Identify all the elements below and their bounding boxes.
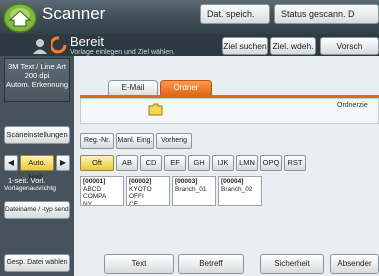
- index-key-lmn[interactable]: LMN: [236, 155, 258, 171]
- destination-name-cont: NY: [83, 200, 93, 206]
- save-file-button[interactable]: Dat. speich.: [200, 4, 270, 24]
- arrow-left-icon: ◀: [7, 158, 15, 167]
- destination-code: [00002]: [129, 178, 152, 185]
- user-icon: [33, 39, 47, 54]
- index-key-opq[interactable]: OPQ: [260, 155, 282, 171]
- destination-name: Branch_02: [221, 185, 253, 193]
- status-hint: Vorlage einlegen und Ziel wählen.: [70, 49, 176, 56]
- resolution-mode: 3M Text / Line Art: [8, 62, 66, 71]
- resolution-dpi: 200 dpi: [24, 71, 50, 80]
- registration-number-button[interactable]: Reg.-Nr.: [80, 133, 114, 149]
- destination-key[interactable]: [00001] ABCD COMPA NY: [80, 176, 124, 206]
- index-key-ijk[interactable]: IJK: [212, 155, 234, 171]
- status-text: Bereit: [70, 34, 104, 49]
- density-increase-button[interactable]: ▶: [56, 155, 70, 171]
- destination-name: KYOTO OFFI: [129, 185, 152, 201]
- scanned-status-button[interactable]: Status gescann. D: [274, 4, 379, 24]
- folder-icon: [148, 103, 163, 116]
- scan-settings-button[interactable]: Scaneinstellungen: [4, 126, 70, 144]
- select-stored-file-button[interactable]: Gesp. Datei wählen: [4, 254, 70, 272]
- index-key-gh[interactable]: GH: [188, 155, 210, 171]
- index-key-cd[interactable]: CD: [140, 155, 162, 171]
- destination-name-cont: CE: [129, 200, 139, 206]
- text-button[interactable]: Text: [104, 254, 174, 274]
- destination-name: ABCD COMPA: [83, 185, 107, 201]
- original-type-panel[interactable]: 1-seit. Vorl. Vorlagenausrichtg: [4, 176, 70, 198]
- ready-state-icon: [51, 36, 67, 54]
- destination-code: [00004]: [221, 178, 244, 185]
- destination-key[interactable]: [00003] Branch_01: [172, 176, 216, 206]
- scanner-app-icon: [3, 3, 37, 33]
- density-decrease-button[interactable]: ◀: [4, 155, 18, 171]
- tab-email[interactable]: E-Mail: [108, 80, 158, 96]
- destination-name: Branch_01: [175, 185, 207, 193]
- index-key-ef[interactable]: EF: [164, 155, 186, 171]
- arrow-right-icon: ▶: [59, 158, 67, 167]
- security-button[interactable]: Sicherheit: [260, 254, 324, 274]
- destination-history-button[interactable]: Ziel. wdeh.: [270, 37, 316, 55]
- folder-destination-label: Ordnerzie: [337, 102, 368, 109]
- scan-settings-summary: 3M Text / Line Art 200 dpi Autom. Erkenn…: [4, 58, 70, 102]
- original-orientation: Vorlagenausrichtg: [4, 185, 57, 192]
- destination-key[interactable]: [00002] KYOTO OFFI CE: [126, 176, 170, 206]
- file-type-button[interactable]: Dateiname / -typ senden: [4, 201, 70, 219]
- destination-code: [00001]: [83, 178, 106, 185]
- sender-button[interactable]: Absender: [330, 254, 379, 274]
- app-title: Scanner: [42, 4, 106, 23]
- destination-code: [00003]: [175, 178, 198, 185]
- index-key-frequent[interactable]: Oft: [80, 155, 114, 171]
- preview-button[interactable]: Vorsch: [320, 37, 379, 55]
- subject-button[interactable]: Betreff: [178, 254, 244, 274]
- tab-folder[interactable]: Ordner: [160, 80, 212, 96]
- destination-key[interactable]: [00004] Branch_02: [218, 176, 262, 206]
- folder-destination-field[interactable]: [80, 98, 379, 124]
- auto-density-button[interactable]: Auto. Helli.: [20, 155, 54, 181]
- previous-button[interactable]: Vorherig: [156, 133, 192, 149]
- resolution-detect: Autom. Erkennung: [5, 80, 69, 89]
- manual-entry-button[interactable]: Manl. Eing.: [116, 133, 154, 149]
- search-destination-button[interactable]: Ziel suchen: [222, 37, 268, 55]
- original-sides: 1-seit. Vorl.: [8, 176, 46, 185]
- index-key-rst[interactable]: RST: [284, 155, 306, 171]
- index-key-ab[interactable]: AB: [116, 155, 138, 171]
